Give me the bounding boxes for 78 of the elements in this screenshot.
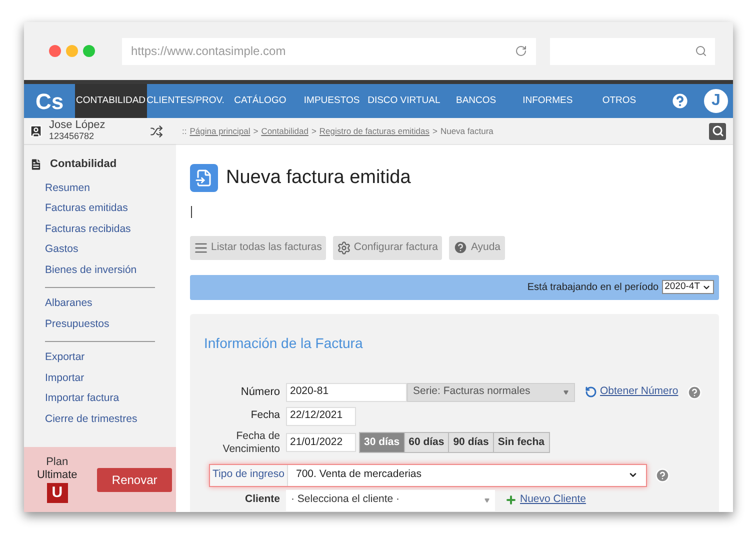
get-number-link[interactable]: Obtener Número — [600, 384, 678, 400]
date-field[interactable]: 22/12/2021 — [286, 406, 356, 426]
number-field[interactable]: 2020-81 — [286, 382, 407, 402]
nav-tab[interactable]: IMPUESTOS — [296, 84, 368, 118]
user-id: 123456782 — [49, 131, 96, 142]
sidebar-link[interactable]: Resumen — [45, 178, 155, 199]
field-label: Fecha de Vencimiento — [222, 430, 281, 456]
nav-tab[interactable]: BANCOS — [440, 84, 512, 118]
nav-tab[interactable]: INFORMES — [512, 84, 584, 118]
sidebar-link[interactable]: Facturas emitidas — [45, 199, 155, 220]
new-client-link[interactable]: Nuevo Cliente — [520, 492, 586, 508]
due-option[interactable]: Sin fecha — [492, 433, 549, 452]
renew-button[interactable]: Renovar — [97, 468, 172, 492]
text-cursor — [191, 206, 192, 218]
nav-tab[interactable]: CONTABILIDAD — [75, 84, 147, 118]
breadcrumb-separator: :: — [182, 124, 187, 138]
breadcrumb-link[interactable]: Registro de facturas emitidas — [319, 124, 430, 138]
plan-label: Plan — [46, 456, 68, 469]
due-option[interactable]: 90 días — [448, 433, 493, 452]
user-name: Jose López — [49, 120, 106, 131]
shuffle-icon[interactable] — [150, 124, 163, 138]
toolbar-button[interactable]: Configurar factura — [332, 236, 442, 260]
invoice-icon — [190, 164, 218, 192]
breadcrumb-separator: > — [432, 124, 438, 138]
help-icon — [452, 240, 468, 255]
user-card-icon — [29, 124, 43, 138]
sidebar-section-title: Contabilidad — [50, 157, 117, 172]
plan-badge: U — [46, 483, 68, 503]
caret-icon — [484, 498, 490, 502]
sidebar-link[interactable]: Bienes de inversión — [45, 260, 155, 281]
field-label: Número — [240, 384, 281, 400]
period-select[interactable]: 2020-4T — [662, 280, 714, 294]
toolbar-button[interactable]: Listar todas las facturas — [190, 236, 326, 260]
income-type-select[interactable]: 700. Venta de mercaderias — [288, 464, 646, 486]
browser-search-field[interactable] — [550, 38, 715, 64]
plus-icon[interactable] — [505, 494, 517, 506]
panel-title: Información de la Factura — [204, 334, 364, 352]
refresh-icon[interactable] — [585, 386, 597, 398]
nav-tab[interactable]: OTROS — [583, 84, 656, 118]
sidebar-link[interactable]: Facturas recibidas — [45, 220, 155, 240]
help-icon[interactable] — [670, 91, 690, 111]
field-label: Tipo de ingreso — [210, 464, 288, 486]
sidebar-link[interactable]: Importar factura — [45, 389, 155, 410]
sidebar-link[interactable]: Cierre de trimestres — [45, 410, 155, 430]
document-icon — [29, 156, 43, 172]
chevron-icon — [628, 470, 638, 480]
settings-icon — [336, 240, 351, 254]
list-icon — [194, 240, 208, 254]
toolbar-button[interactable]: Ayuda — [448, 236, 505, 260]
plan-name: Ultimate — [36, 469, 78, 482]
breadcrumb-link[interactable]: Contabilidad — [261, 124, 308, 138]
sidebar-link[interactable]: Albaranes — [45, 294, 155, 314]
avatar[interactable]: J — [702, 87, 730, 115]
sidebar-link[interactable]: Importar — [45, 368, 155, 389]
sidebar-link[interactable]: Gastos — [45, 240, 155, 260]
series-select[interactable]: Serie: Facturas normales — [407, 382, 575, 402]
page-title: Nueva factura emitida — [226, 166, 411, 190]
breadcrumb-separator: > — [311, 124, 316, 138]
breadcrumb-separator: > — [253, 124, 258, 138]
caret-icon — [563, 390, 569, 394]
sidebar-link[interactable]: Exportar — [45, 348, 155, 368]
due-option[interactable]: 30 días — [360, 433, 404, 452]
logo[interactable]: Cs — [24, 84, 75, 118]
nav-tab[interactable]: CLIENTES/PROV. — [146, 84, 224, 118]
reload-icon[interactable] — [515, 45, 527, 57]
breadcrumb-link[interactable]: Página principal — [190, 124, 250, 138]
breadcrumb-current: Nueva factura — [440, 124, 494, 138]
due-date-field[interactable]: 21/01/2022 — [286, 433, 356, 452]
nav-tab[interactable]: DISCO VIRTUAL — [368, 84, 440, 118]
client-select[interactable]: · Selecciona el cliente · — [286, 490, 495, 510]
search-button[interactable] — [709, 122, 726, 140]
period-text: Está trabajando en el período — [527, 280, 659, 294]
field-label: Cliente — [244, 492, 281, 508]
due-option[interactable]: 60 días — [404, 433, 448, 452]
search-icon — [695, 45, 707, 57]
nav-tab[interactable]: CATÁLOGO — [224, 84, 296, 118]
field-label: Fecha — [250, 408, 281, 424]
sidebar-link[interactable]: Presupuestos — [45, 314, 155, 335]
